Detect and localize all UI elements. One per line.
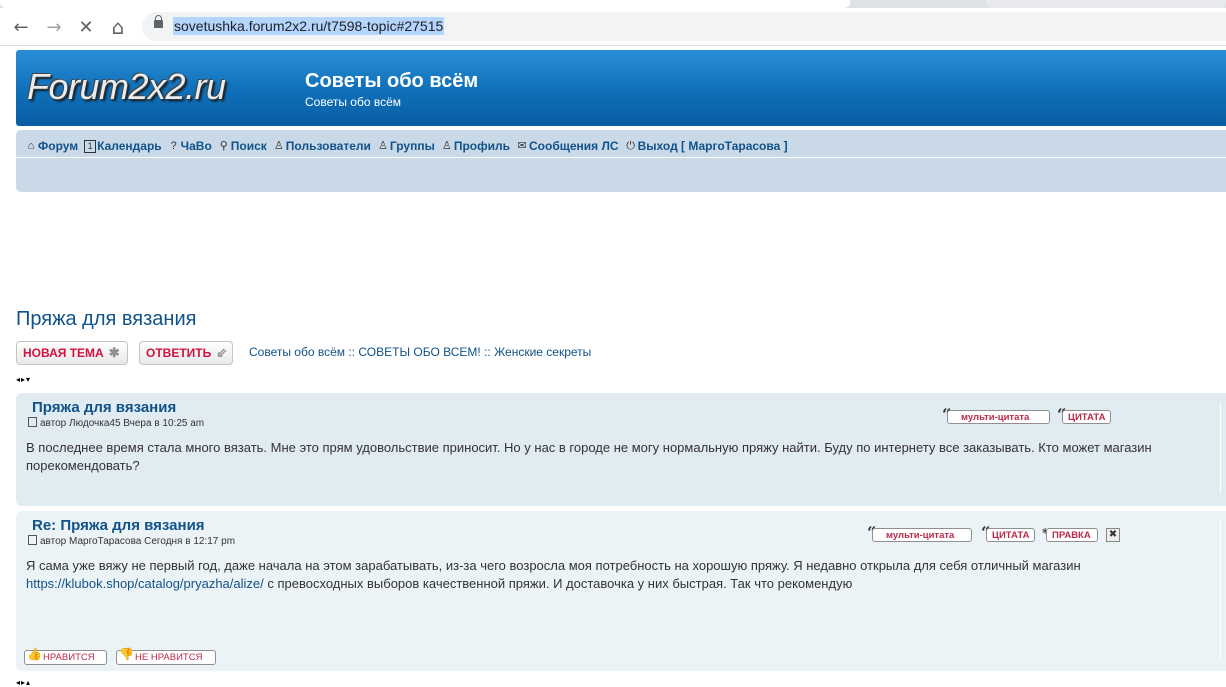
quote-button[interactable]: ЦИТАТА [1062, 410, 1111, 424]
reply-arrow-icon: ⇙ [216, 345, 228, 360]
nav-item-label: Выход [ МаргоТарасова ] [637, 139, 788, 153]
home-icon[interactable]: ⌂ [106, 15, 130, 39]
nav-icon: ♙ [377, 140, 388, 152]
quote-label: ЦИТАТА [1068, 411, 1106, 423]
post-meta-text: автор МаргоТарасова Сегодня в 12:17 pm [40, 536, 236, 547]
nav-item-5[interactable]: ♙ Группы [377, 139, 435, 153]
nav-item-label: Форум [38, 139, 79, 153]
nav-links: ⌂ Форум 1 Календарь? ЧаВо ⚲ Поиск ♙ Пользователи… [25, 139, 788, 153]
post-meta: автор Людочка45 Вчера в 10:25 am [28, 417, 204, 429]
forward-icon[interactable]: → [42, 15, 66, 39]
post-body: В последнее время стала много вязать. Мн… [26, 440, 1152, 473]
like-label: НРАВИТСЯ [43, 652, 95, 663]
nav-item-7[interactable]: ✉ Сообщения ЛС [516, 139, 619, 153]
dislike-button[interactable]: 👎 НЕ НРАВИТСЯ [116, 647, 216, 665]
url-text[interactable]: sovetushka.forum2x2.ru/t7598-topic#27515 [173, 17, 445, 35]
nav-item-8[interactable]: ⏻ Выход [ МаргоТарасова ] [625, 139, 788, 153]
quote-label: ЦИТАТА [992, 529, 1030, 541]
navbar-divider [16, 157, 1226, 158]
post-body: Я сама уже вяжу не первый год, даже нача… [26, 557, 1186, 593]
edit-button[interactable]: ПРАВКА [1046, 528, 1098, 542]
nav-icon: ⚲ [219, 140, 228, 152]
multiquote-label: мульти-цитата [886, 529, 955, 541]
post-title[interactable]: Пряжа для вязания [32, 399, 176, 416]
post-icon [28, 535, 37, 545]
site-title: Советы обо всём [305, 70, 479, 92]
nav-icon: ♙ [441, 140, 452, 152]
post-body-text-end: с превосходных выборов качественной пряж… [263, 576, 853, 591]
topic-title[interactable]: Пряжа для вязания [16, 308, 196, 331]
delete-icon[interactable]: ✖ [1106, 528, 1120, 542]
address-bar[interactable]: sovetushka.forum2x2.ru/t7598-topic#27515 [142, 12, 1226, 41]
star-icon: ✱ [108, 345, 120, 360]
nav-item-label: Сообщения ЛС [529, 139, 619, 153]
nav-item-label: ЧаВо [180, 139, 212, 153]
lock-icon [154, 15, 163, 28]
post-2: Re: Пряжа для вязания автор МаргоТарасов… [16, 511, 1226, 671]
nav-item-label: Пользователи [285, 139, 371, 153]
site-subtitle: Советы обо всём [305, 95, 402, 109]
nav-item-0[interactable]: ⌂ Форум [25, 139, 78, 153]
multiquote-button[interactable]: мульти-цитата [872, 528, 972, 542]
nav-icon: ✉ [517, 140, 527, 152]
thumbs-down-icon: 👎 [119, 647, 134, 661]
thumbs-up-icon: 👍 [27, 647, 42, 661]
nav-item-6[interactable]: ♙ Профиль [441, 139, 510, 153]
new-topic-button[interactable]: НОВАЯ ТЕМА ✱ [16, 341, 128, 365]
nav-icon: ♙ [273, 140, 284, 152]
new-topic-label: НОВАЯ ТЕМА [23, 346, 104, 360]
browser-tab[interactable] [986, 0, 1226, 8]
nav-item-label: Группы [389, 139, 435, 153]
nav-item-1[interactable]: 1 Календарь [84, 139, 162, 153]
stop-icon[interactable]: ✕ [74, 15, 98, 39]
nav-icon: ⌂ [27, 140, 35, 152]
nav-item-label: Профиль [453, 139, 511, 153]
reply-button[interactable]: ОТВЕТИТЬ ⇙ [139, 341, 233, 365]
like-button[interactable]: 👍 НРАВИТСЯ [24, 647, 107, 665]
page-nav-arrows-top[interactable]: ◂▸▾ [16, 375, 31, 384]
nav-icon: ⏻ [626, 140, 635, 152]
post-divider [1220, 521, 1221, 661]
multiquote-label: мульти-цитата [961, 411, 1030, 423]
post-icon [28, 417, 37, 427]
nav-icon: ? [170, 140, 177, 152]
browser-tab-active[interactable] [0, 0, 850, 8]
nav-item-4[interactable]: ♙ Пользователи [273, 139, 371, 153]
browser-tab-strip [0, 0, 1226, 8]
back-icon[interactable]: ← [9, 15, 33, 39]
nav-icon: 1 [84, 139, 97, 153]
nav-item-label: Календарь [97, 139, 162, 153]
edit-label: ПРАВКА [1052, 529, 1091, 541]
post-meta-text: автор Людочка45 Вчера в 10:25 am [40, 418, 205, 429]
nav-item-2[interactable]: ? ЧаВо [168, 139, 212, 153]
forum-navbar: ⌂ Форум 1 Календарь? ЧаВо ⚲ Поиск ♙ Пользователи… [16, 130, 1226, 192]
breadcrumb[interactable]: Советы обо всём :: СОВЕТЫ ОБО ВСЕМ! :: Ж… [249, 345, 591, 359]
multiquote-button[interactable]: мульти-цитата [947, 410, 1050, 424]
post-link[interactable]: https://klubok.shop/catalog/pryazha/aliz… [26, 576, 264, 591]
browser-toolbar: ← → ✕ ⌂ sovetushka.forum2x2.ru/t7598-top… [0, 8, 1226, 46]
reply-label: ОТВЕТИТЬ [146, 346, 212, 360]
post-1: Пряжа для вязания автор Людочка45 Вчера … [16, 393, 1226, 506]
post-meta: автор МаргоТарасова Сегодня в 12:17 pm [28, 535, 235, 547]
site-logo[interactable]: Forum2x2.ru [27, 66, 226, 108]
post-body-text: Я сама уже вяжу не первый год, даже нача… [26, 558, 1081, 573]
dislike-label: НЕ НРАВИТСЯ [135, 652, 203, 663]
post-title[interactable]: Re: Пряжа для вязания [32, 517, 205, 534]
nav-item-label: Поиск [230, 139, 267, 153]
post-divider [1220, 403, 1221, 493]
nav-item-3[interactable]: ⚲ Поиск [218, 139, 267, 153]
quote-button[interactable]: ЦИТАТА [986, 528, 1035, 542]
forum-header: Forum2x2.ru Советы обо всём Советы обо в… [16, 50, 1226, 126]
